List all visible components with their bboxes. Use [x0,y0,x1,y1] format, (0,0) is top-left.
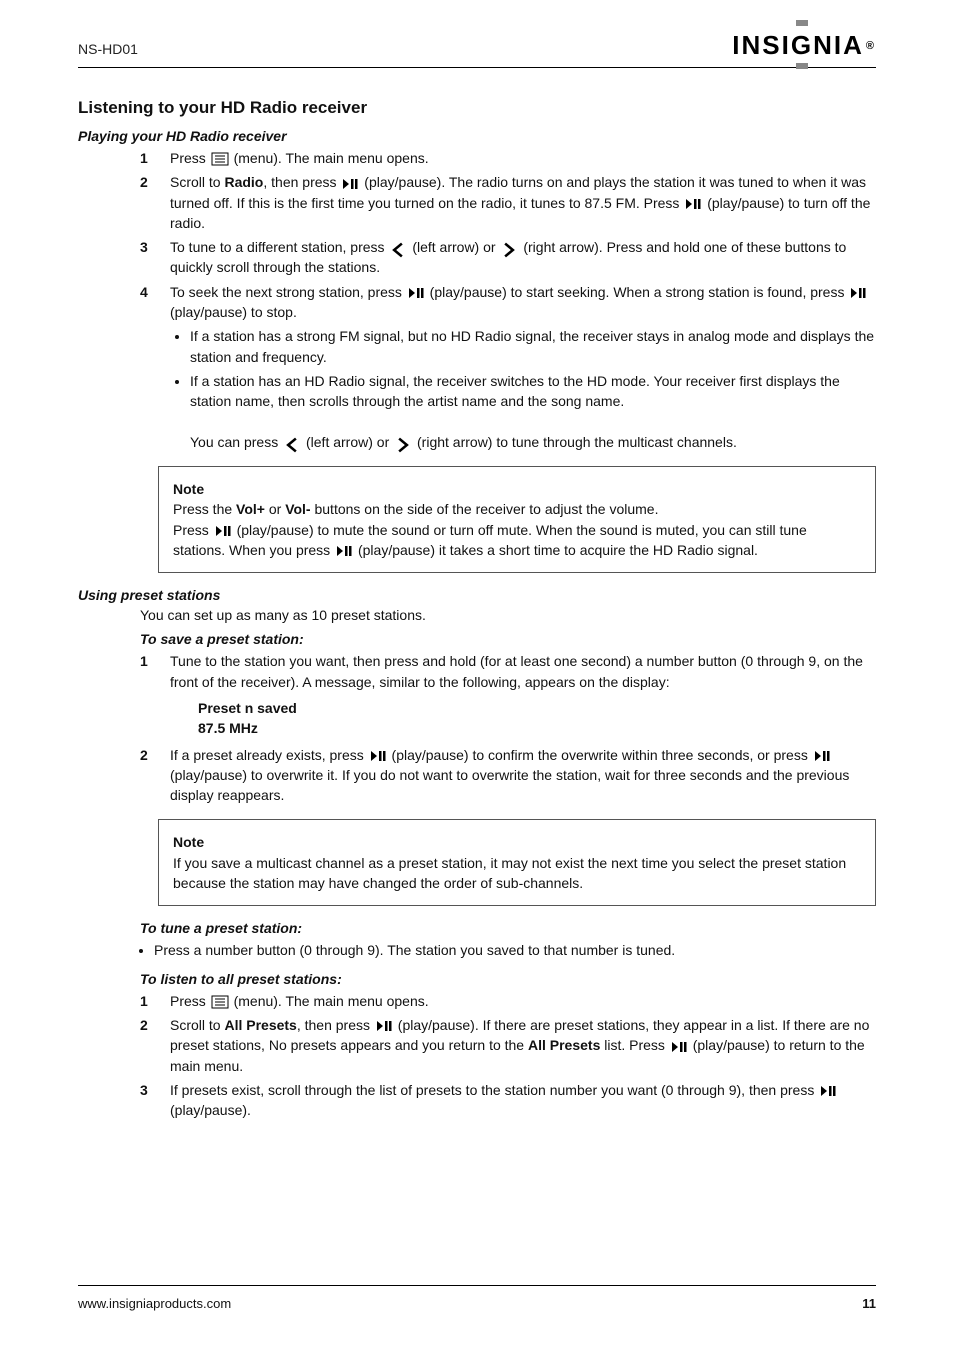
play-step-2: Scroll to Radio, then press (play/pause)… [140,172,876,233]
note-multicast-text: If you save a multicast channel as a pre… [173,853,861,894]
page-header: NS-HD01 INSIGNIA® [78,30,876,68]
logo-reg: ® [866,40,876,52]
play-sub-a: If a station has a strong FM signal, but… [190,326,876,367]
listen-step-2: Scroll to All Presets, then press (play/… [140,1015,876,1076]
play-step-1: Press (menu). The main menu opens. [140,148,876,168]
save-preset-heading: To save a preset station: [140,631,876,647]
save-msg-1: Preset n saved [198,698,876,718]
play-pause-icon [335,544,353,558]
subsection-preset: Using preset stations [78,587,876,603]
note-line-1: Press the Vol+ or Vol- buttons on the si… [173,499,861,519]
footer-site: www.insigniaproducts.com [78,1296,231,1311]
chevron-right-icon [394,436,412,450]
save-msg-2: 87.5 MHz [198,718,876,738]
play-pause-icon [684,197,702,211]
chevron-left-icon [283,436,301,450]
note-multicast: Note If you save a multicast channel as … [158,819,876,906]
note-label-2: Note [173,834,204,850]
chevron-right-icon [500,241,518,255]
save-step-2: If a preset already exists, press (play/… [140,745,876,806]
note-volume: Note Press the Vol+ or Vol- buttons on t… [158,466,876,573]
play-pause-icon [813,749,831,763]
play-pause-icon [849,286,867,300]
logo-text-a: INSI [732,30,791,61]
note-line-2: Press (play/pause) to mute the sound or … [173,520,861,561]
play-step-4: To seek the next strong station, press (… [140,282,876,452]
play-step-3: To tune to a different station, press (l… [140,237,876,278]
playing-steps: Press (menu). The main menu opens. Scrol… [78,148,876,452]
chevron-left-icon [389,241,407,255]
logo-text-b: NIA [813,30,864,61]
play-pause-icon [341,177,359,191]
tune-step: Press a number button (0 through 9). The… [154,940,876,960]
menu-icon [211,995,229,1009]
save-step-1: Tune to the station you want, then press… [140,651,876,738]
play-pause-icon [670,1040,688,1054]
play-pause-icon [214,524,232,538]
listen-step-1: Press (menu). The main menu opens. [140,991,876,1011]
preset-intro: You can set up as many as 10 preset stat… [140,607,876,623]
note-label: Note [173,481,204,497]
tune-heading: To tune a preset station: [140,920,876,936]
play-pause-icon [375,1019,393,1033]
menu-icon [211,152,229,166]
play-pause-icon [819,1084,837,1098]
play-pause-icon [369,749,387,763]
listen-step-3: If presets exist, scroll through the lis… [140,1080,876,1121]
section-title: Listening to your HD Radio receiver [78,98,876,118]
model-number: NS-HD01 [78,41,138,61]
page-footer: www.insigniaproducts.com 11 [78,1285,876,1311]
subsection-playing: Playing your HD Radio receiver [78,128,876,144]
listen-heading: To listen to all preset stations: [140,971,876,987]
play-sub-b: If a station has an HD Radio signal, the… [190,371,876,452]
logo-g: G [791,30,813,61]
tune-block: To tune a preset station: Press a number… [78,920,876,1120]
preset-intro-block: You can set up as many as 10 preset stat… [78,607,876,805]
brand-logo: INSIGNIA® [732,30,876,61]
footer-page: 11 [862,1296,876,1311]
play-pause-icon [407,286,425,300]
